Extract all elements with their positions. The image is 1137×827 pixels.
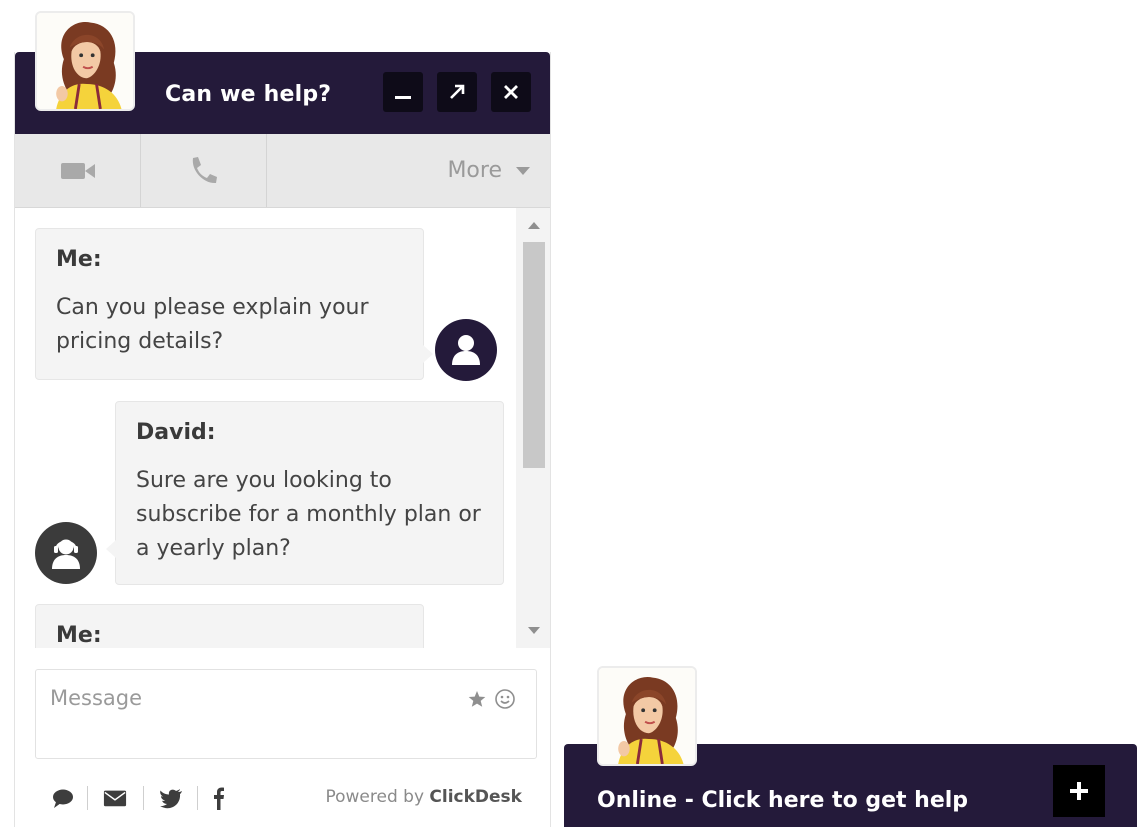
chat-launcher-bar[interactable]: Online - Click here to get help — [564, 666, 1137, 827]
call-toolbar: More — [15, 134, 550, 208]
envelope-icon — [103, 790, 127, 807]
message-text: Can you please explain your pricing deta… — [56, 295, 369, 354]
chat-footer: Powered by ClickDesk — [15, 769, 550, 827]
popout-arrow-icon — [450, 84, 465, 99]
launcher-label: Online - Click here to get help — [597, 788, 969, 813]
agent-avatar — [35, 522, 97, 584]
headset-user-icon — [52, 539, 80, 569]
agent-portrait-icon — [37, 13, 133, 109]
facebook-channel-button[interactable] — [207, 786, 231, 810]
more-dropdown[interactable]: More — [410, 134, 530, 207]
close-icon — [504, 85, 518, 99]
caret-down-icon — [516, 166, 530, 175]
chat-title: Can we help? — [165, 82, 332, 107]
twitter-icon — [160, 789, 182, 809]
user-avatar — [435, 319, 497, 381]
chat-widget: Can we help? More Me: Can you please exp… — [14, 11, 551, 827]
powered-by-prefix: Powered by — [325, 787, 424, 807]
scroll-up-arrow-icon[interactable] — [528, 222, 540, 229]
user-icon — [452, 335, 480, 365]
message-sender: Me: — [56, 623, 102, 648]
chat-channel-button[interactable] — [51, 786, 75, 810]
phone-icon — [192, 156, 217, 183]
twitter-channel-button[interactable] — [159, 786, 183, 810]
agent-avatar-image — [597, 666, 697, 766]
message-scrollbar[interactable] — [516, 208, 550, 648]
message-bubble: Me: Can you please explain your pricing … — [35, 228, 433, 380]
agent-portrait-icon — [599, 668, 695, 764]
powered-by[interactable]: Powered by ClickDesk — [325, 787, 522, 807]
message-bubble: David: Sure are you looking to subscribe… — [106, 401, 504, 585]
facebook-icon — [214, 787, 224, 810]
agent-avatar-image — [35, 11, 135, 111]
video-call-button[interactable] — [15, 134, 141, 207]
popout-button[interactable] — [437, 72, 477, 112]
message-bubble: Me: — [35, 604, 424, 648]
divider — [143, 786, 144, 810]
minimize-icon — [395, 96, 411, 99]
smiley-icon[interactable] — [494, 688, 516, 710]
video-camera-icon — [60, 162, 95, 179]
star-icon[interactable] — [466, 688, 488, 710]
minimize-button[interactable] — [383, 72, 423, 112]
message-list: Me: Can you please explain your pricing … — [15, 208, 517, 648]
scroll-down-arrow-icon[interactable] — [528, 627, 540, 634]
more-label: More — [447, 158, 502, 183]
message-input[interactable] — [36, 670, 464, 726]
expand-chat-button[interactable] — [1053, 765, 1105, 817]
chat-bubble-icon — [53, 789, 73, 808]
divider — [87, 786, 88, 810]
email-channel-button[interactable] — [103, 786, 127, 810]
brand-name: ClickDesk — [429, 787, 522, 807]
message-sender: Me: — [56, 247, 102, 272]
plus-icon — [1070, 782, 1088, 800]
chat-header: Can we help? — [15, 11, 550, 134]
phone-call-button[interactable] — [140, 134, 267, 207]
close-button[interactable] — [491, 72, 531, 112]
scroll-thumb[interactable] — [523, 242, 545, 468]
divider — [197, 786, 198, 810]
message-composer — [35, 669, 537, 759]
message-sender: David: — [136, 420, 216, 445]
message-text: Sure are you looking to subscribe for a … — [136, 468, 481, 561]
